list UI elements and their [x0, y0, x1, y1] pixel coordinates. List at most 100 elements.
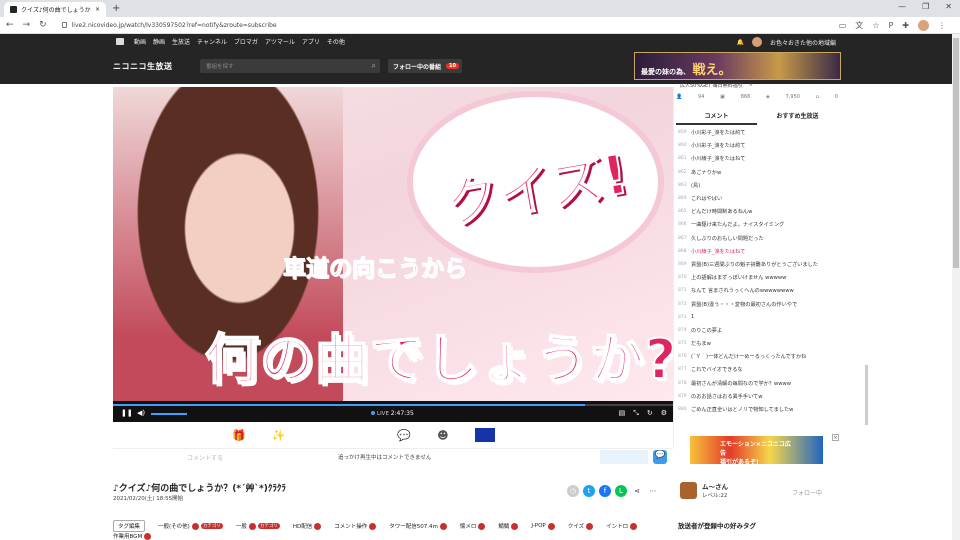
tab-recommend[interactable]: おすすめ生放送 — [757, 108, 838, 125]
dictionary-icon[interactable] — [314, 522, 322, 530]
ad-close-icon[interactable]: × — [832, 434, 839, 441]
search-icon[interactable]: ⌕ — [372, 61, 376, 71]
dictionary-icon[interactable] — [547, 522, 555, 530]
tag-item[interactable]: クイズ — [568, 522, 594, 530]
user-avatar[interactable] — [751, 37, 762, 47]
share-icon[interactable]: ⋖ — [631, 485, 643, 497]
dictionary-icon[interactable] — [586, 522, 594, 530]
comment-row[interactable]: 862 あごナりかw — [678, 166, 838, 179]
tag-item[interactable]: 懐メロ — [460, 522, 486, 530]
comment-row[interactable]: 880 ごめん正直全いはとノリで物知してましたw — [678, 403, 838, 416]
refresh-icon[interactable]: ↻ — [647, 409, 653, 418]
tab-comment[interactable]: コメント — [676, 108, 757, 125]
side-ad-banner[interactable]: エモーション×ニコニコ広告 福引があるぞ! — [690, 436, 823, 466]
comment-row[interactable]: 870 上の語解はまずっぽいけません wwwww — [678, 271, 838, 284]
forward-icon[interactable]: → — [23, 20, 31, 30]
comment-row[interactable]: 874 のりこの夢よ — [678, 324, 838, 337]
tag-item[interactable]: 一般(その他) カテゴリ — [158, 522, 223, 530]
profile-avatar[interactable] — [918, 20, 929, 31]
nav-item-blomaga[interactable]: ブロマガ — [234, 37, 258, 46]
comment-row[interactable]: 875 だもまw — [678, 337, 838, 350]
broadcaster-name[interactable]: ム〜さん — [702, 481, 728, 491]
dictionary-icon[interactable] — [630, 522, 638, 530]
maximize-icon[interactable]: ❐ — [922, 2, 929, 11]
page-scrollbar[interactable] — [952, 34, 960, 540]
mascot-icon[interactable]: ☻ — [437, 429, 448, 442]
cast-icon[interactable]: ▭ — [839, 21, 847, 30]
dictionary-icon[interactable] — [191, 522, 199, 530]
comment-row[interactable]: 878 最初さんが清解の毎問なので学か？wwww — [678, 377, 838, 390]
nav-item-atsumaru[interactable]: アツマール — [265, 37, 295, 46]
browser-tab[interactable]: クイズ♪何の曲でしょうか？( × — [4, 2, 106, 17]
back-icon[interactable]: ← — [6, 20, 14, 30]
comment-row[interactable]: 866 一曲駆け来たんだよ。ナイスタイミング — [678, 218, 838, 231]
comment-submit-button[interactable] — [600, 450, 648, 464]
seek-bar[interactable] — [113, 404, 673, 406]
page-scroll-thumb[interactable] — [953, 38, 959, 268]
comment-row[interactable]: 872 貢盤(B)違う・・・変物の最初さんの作いやで — [678, 297, 838, 310]
pause-icon[interactable]: ❚❚ — [121, 409, 133, 417]
nav-item-channel[interactable]: チャンネル — [197, 37, 227, 46]
comment-list[interactable]: 859 小川彩子_涙をたは約て 860 小川彩子_涙をたは約て 861 小川綾子_涙をたは… — [678, 126, 838, 430]
campaign-banner[interactable]: 広人50%GET 毎日無料福引 × — [680, 82, 753, 89]
star-icon[interactable]: ☆ — [872, 21, 879, 30]
comment-row[interactable]: 864 これはやばい — [678, 192, 838, 205]
close-icon[interactable]: × — [749, 82, 753, 89]
minimize-icon[interactable]: — — [898, 2, 906, 11]
line-icon[interactable]: L — [615, 485, 627, 497]
niconico-live-logo[interactable]: ニコニコ生放送 — [113, 61, 173, 72]
nav-item-app[interactable]: アプリ — [302, 37, 320, 46]
close-icon[interactable]: × — [95, 6, 100, 13]
tag-item[interactable]: HD配信 — [293, 522, 322, 530]
dictionary-icon[interactable] — [144, 532, 152, 540]
comment-row[interactable]: 879 のおお話さはおる異手手いてw — [678, 390, 838, 403]
comment-row[interactable]: 865 どんだけ時間制あるねんw — [678, 205, 838, 218]
dictionary-icon[interactable] — [248, 522, 256, 530]
speech-icon[interactable]: 💬 — [397, 429, 411, 442]
twitter-icon[interactable]: t — [583, 485, 595, 497]
nav-item-douga[interactable]: 動画 — [134, 37, 146, 46]
comment-scrollbar[interactable] — [865, 365, 868, 425]
comment-row[interactable]: 876 (´Ｙ｀)一体どんだけーめーるっくったんですかね — [678, 350, 838, 363]
video-player[interactable]: クイズ! 車道の向こうから 何の曲でしょうか? — [113, 87, 673, 401]
tag-edit-button[interactable]: タグ編集 — [113, 520, 146, 532]
comment-row[interactable]: 869 貢盤(B)三週間ぶりの魁子詩難ありがとうございました — [678, 258, 838, 271]
comment-row[interactable]: 867 久しぶりのおもしい問題だった — [678, 232, 838, 245]
tag-item[interactable]: 作業用BGM — [113, 532, 152, 540]
extension-icon[interactable]: P — [888, 21, 893, 30]
comment-row[interactable]: 861 小川綾子_涙をたはねて — [678, 152, 838, 165]
dictionary-icon[interactable] — [511, 522, 519, 530]
comment-input[interactable]: コメントする — [187, 453, 223, 462]
comment-row[interactable]: 868 小川綾子_涙をたはねて — [678, 245, 838, 258]
timeshift-icon[interactable]: ◷ — [567, 485, 579, 497]
facebook-icon[interactable]: f — [599, 485, 611, 497]
volume-icon[interactable]: ◀) — [137, 409, 145, 417]
party-popper-icon[interactable]: ✨ — [272, 429, 286, 442]
tag-item[interactable]: タワー配信507.4m — [389, 522, 447, 530]
follow-button[interactable]: フォロー中 — [792, 488, 822, 497]
tag-item[interactable]: コメント操作 — [334, 522, 377, 530]
puzzle-icon[interactable]: ✚ — [902, 21, 909, 30]
settings-gear-icon[interactable]: ⚙ — [661, 409, 667, 418]
header-ad-banner[interactable]: 最愛の妹の為、 戦え。 — [634, 52, 841, 80]
gift-icon[interactable]: 🎁 — [232, 429, 246, 442]
fullscreen-icon[interactable]: ⤡ — [633, 409, 639, 418]
menu-icon[interactable]: ⋮ — [938, 21, 946, 30]
translate-icon[interactable]: 文 — [855, 20, 863, 31]
comment-row[interactable]: 873 1 — [678, 311, 838, 324]
dictionary-icon[interactable] — [478, 522, 486, 530]
volume-slider[interactable] — [151, 413, 187, 415]
program-search-input[interactable]: 番組を探す ⌕ — [200, 59, 380, 73]
following-programs-button[interactable]: フォロー中の番組 10 — [388, 59, 462, 73]
reload-icon[interactable]: ↻ — [39, 20, 47, 30]
more-icon[interactable]: ⋯ — [647, 485, 659, 497]
tag-item[interactable]: 一般 カテゴリ — [236, 522, 280, 530]
nav-item-more[interactable]: その他 — [327, 37, 345, 46]
comment-row[interactable]: 863 (鳥) — [678, 179, 838, 192]
game-icon[interactable] — [474, 428, 495, 442]
broadcaster-avatar[interactable] — [680, 481, 697, 499]
comment-toggle-icon[interactable]: ▤ — [619, 409, 626, 418]
comment-row[interactable]: 871 なんて 言まされうっくへんのwwwwwwww — [678, 284, 838, 297]
new-tab-button[interactable]: + — [112, 3, 120, 14]
tag-item[interactable]: 鯖鯖 — [498, 522, 519, 530]
